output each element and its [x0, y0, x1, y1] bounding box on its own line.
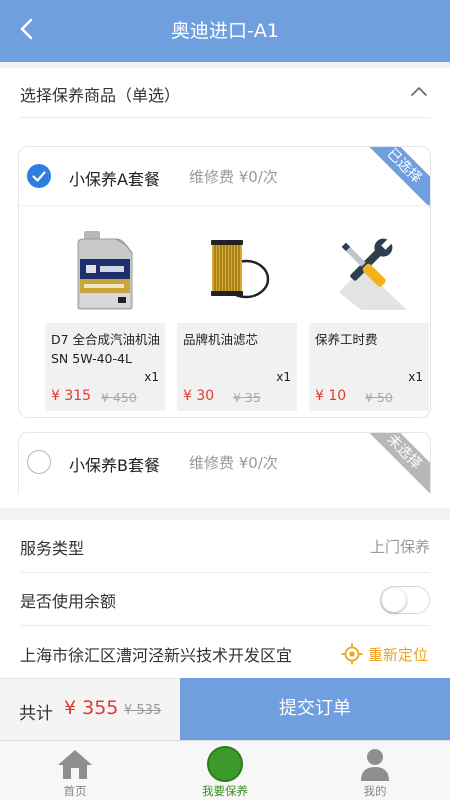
divider [19, 205, 430, 206]
product-price: ¥ 315 [51, 388, 92, 404]
tab-home[interactable]: 首页 [0, 741, 150, 800]
unselected-ribbon: 未选择 [359, 433, 430, 494]
package-b-radio[interactable] [27, 450, 51, 474]
product-item-engine-oil[interactable]: D7 全合成汽油机油 SN 5W-40-4L x1 ¥ 315 ¥ 450 [45, 219, 165, 411]
product-name: D7 全合成汽油机油 SN 5W-40-4L [51, 332, 161, 366]
submit-order-button[interactable]: 提交订单 [180, 678, 450, 740]
product-qty: x1 [408, 370, 423, 384]
package-b-header[interactable]: 小保养B套餐 维修费 ¥0/次 未选择 [19, 433, 430, 494]
product-old-price: ¥ 50 [365, 390, 393, 405]
product-name: 品牌机油滤芯 [183, 332, 259, 347]
package-b-name: 小保养B套餐 [69, 456, 160, 475]
product-select-section: 选择保养商品（单选） 小保养A套餐 维修费 ¥0/次 已选择 D7 全合成汽油机… [0, 68, 450, 508]
product-item-labor[interactable]: 保养工时费 x1 ¥ 10 ¥ 50 [309, 219, 429, 411]
balance-label: 是否使用余额 [20, 592, 117, 611]
product-card: 品牌机油滤芯 x1 ¥ 30 ¥ 35 [177, 323, 297, 411]
package-a-header[interactable]: 小保养A套餐 维修费 ¥0/次 已选择 [19, 147, 430, 211]
balance-toggle[interactable] [380, 586, 430, 614]
green-circle-icon [205, 746, 245, 782]
bottom-tab-bar: 首页 我要保养 我的 [0, 740, 450, 800]
relocate-label: 重新定位 [367, 645, 428, 664]
product-qty: x1 [276, 370, 291, 384]
product-name: 保养工时费 [315, 332, 378, 347]
service-type-value: 上门保养 [369, 538, 430, 556]
home-icon [55, 746, 95, 782]
location-target-icon [341, 643, 363, 665]
package-card-b: 小保养B套餐 维修费 ¥0/次 未选择 [18, 432, 431, 494]
product-price: ¥ 30 [183, 388, 215, 404]
product-old-price: ¥ 450 [101, 390, 137, 405]
package-a-name: 小保养A套餐 [69, 170, 160, 189]
select-section-header[interactable]: 选择保养商品（单选） [20, 68, 430, 118]
order-bar: 共计 ¥ 355 ¥ 535 提交订单 [0, 678, 450, 740]
product-card: 保养工时费 x1 ¥ 10 ¥ 50 [309, 323, 429, 411]
product-item-oil-filter[interactable]: 品牌机油滤芯 x1 ¥ 30 ¥ 35 [177, 219, 297, 411]
tools-icon [309, 219, 429, 321]
package-b-fee: 维修费 ¥0/次 [189, 454, 278, 472]
tab-profile[interactable]: 我的 [300, 741, 450, 800]
tab-maintenance[interactable]: 我要保养 [150, 741, 300, 800]
package-a-radio[interactable] [27, 164, 51, 188]
check-icon [32, 171, 46, 182]
tab-label: 我要保养 [202, 784, 248, 798]
balance-row: 是否使用余额 [20, 573, 430, 626]
total-amount: ¥ 355 [64, 697, 119, 719]
product-old-price: ¥ 35 [233, 390, 261, 405]
page-title: 奥迪进口-A1 [171, 20, 279, 42]
address-text: 上海市徐汇区漕河泾新兴技术开发区宜 [20, 646, 293, 665]
original-total: ¥ 535 [124, 703, 162, 718]
relocate-button[interactable]: 重新定位 [341, 643, 428, 665]
select-section-title: 选择保养商品（单选） [20, 86, 181, 105]
package-a-fee: 维修费 ¥0/次 [189, 168, 278, 186]
package-card-a: 小保养A套餐 维修费 ¥0/次 已选择 D7 全合成汽油机油 SN 5W-40-… [18, 146, 431, 418]
selected-ribbon: 已选择 [359, 147, 430, 211]
service-type-row[interactable]: 服务类型 上门保养 [20, 520, 430, 573]
user-icon [355, 746, 395, 782]
product-qty: x1 [144, 370, 159, 384]
order-total: 共计 ¥ 355 ¥ 535 [0, 678, 180, 740]
tab-label: 我的 [363, 784, 387, 798]
chevron-up-icon[interactable] [410, 84, 428, 98]
oil-filter-icon [177, 219, 297, 321]
total-label: 共计 [19, 704, 53, 724]
toggle-knob [382, 588, 406, 612]
service-type-label: 服务类型 [20, 539, 85, 558]
app-root: 奥迪进口-A1 选择保养商品（单选） 小保养A套餐 维修费 ¥0/次 已选择 D… [0, 0, 450, 800]
engine-oil-bottle-icon [45, 219, 165, 321]
nav-header: 奥迪进口-A1 [0, 0, 450, 62]
product-price: ¥ 10 [315, 388, 347, 404]
tab-label: 首页 [63, 784, 87, 798]
product-card: D7 全合成汽油机油 SN 5W-40-4L x1 ¥ 315 ¥ 450 [45, 323, 165, 411]
